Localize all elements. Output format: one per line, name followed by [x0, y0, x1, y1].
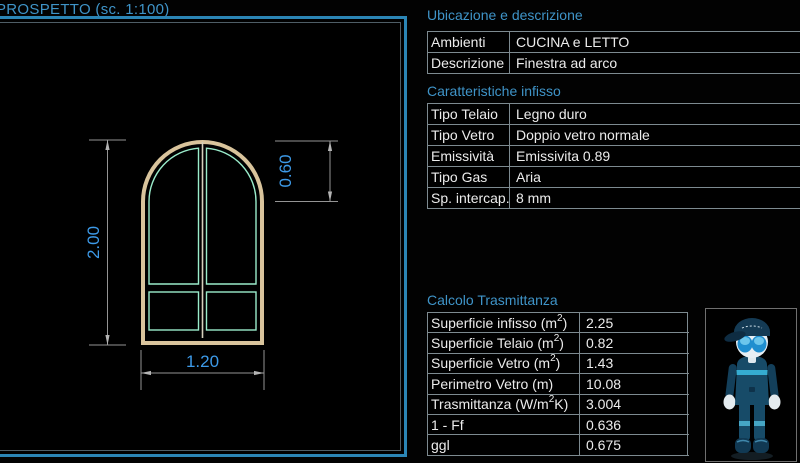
row-label: Descrizione [428, 53, 509, 74]
row-value: Legno duro [509, 104, 800, 125]
right-leaf-pane [207, 148, 257, 284]
row-value: 0.675 [579, 435, 689, 455]
dimension-height-label: 2.00 [84, 226, 103, 259]
row-label: Ambienti [428, 32, 509, 53]
label-text: Trasmittanza (W/m [431, 396, 549, 412]
row-label: ggl [428, 435, 579, 455]
row-label: Tipo Vetro [428, 125, 509, 146]
row-label: Perimetro Vetro (m) [428, 374, 579, 394]
label-text: Superficie Vetro (m [431, 355, 550, 371]
section-header-caratteristiche: Caratteristiche infisso [427, 83, 561, 99]
window-elevation-drawing: 2.00 0.60 1.20 [0, 16, 410, 457]
dimension-width: 1.20 [141, 350, 264, 390]
label-text: ) [556, 355, 561, 371]
arrowhead-down [328, 192, 332, 202]
row-value: 10.08 [579, 374, 689, 394]
left-lower-panel [149, 292, 199, 330]
dimension-height: 2.00 [84, 140, 126, 345]
arrowhead-up [105, 140, 109, 150]
row-value: Doppio vetro normale [509, 125, 800, 146]
label-text: ) [559, 335, 564, 351]
robot-mascot-icon [706, 309, 797, 462]
table-caratteristiche: Tipo Telaio Legno duro Tipo Vetro Doppio… [427, 103, 800, 209]
row-value: 0.636 [579, 415, 689, 435]
right-lower-panel [207, 292, 257, 330]
dimension-arch-label: 0.60 [276, 154, 295, 187]
row-label: Tipo Gas [428, 167, 509, 188]
label-text: Superficie infisso (m [431, 315, 557, 331]
row-label: Superficie Telaio (m2) [428, 333, 579, 353]
row-label: Emissività [428, 146, 509, 167]
row-value: 1.43 [579, 354, 689, 374]
row-value: 3.004 [579, 395, 689, 415]
row-label: Trasmittanza (W/m2K) [428, 395, 579, 415]
table-calcolo: Superficie infisso (m2) 2.25 Superficie … [427, 312, 688, 456]
arrowhead-up [328, 141, 332, 151]
row-label: 1 - Ff [428, 415, 579, 435]
row-value: Finestra ad arco [509, 53, 800, 74]
label-text: Superficie Telaio (m [431, 335, 554, 351]
left-leaf-pane [149, 148, 199, 284]
row-value: 8 mm [509, 188, 800, 209]
label-text: Perimetro Vetro (m) [431, 376, 553, 392]
row-label: Superficie infisso (m2) [428, 313, 579, 333]
row-label: Tipo Telaio [428, 104, 509, 125]
label-text: K) [554, 396, 568, 412]
row-label: Sp. intercap. [428, 188, 509, 209]
row-value: Aria [509, 167, 800, 188]
row-value: 0.82 [579, 333, 689, 353]
dimension-arch-height: 0.60 [275, 141, 338, 202]
row-value: CUCINA e LETTO [509, 32, 800, 53]
row-label: Superficie Vetro (m2) [428, 354, 579, 374]
table-ubicazione: Ambienti CUCINA e LETTO Descrizione Fine… [427, 31, 800, 74]
arrowhead-right [254, 371, 264, 375]
section-header-ubicazione: Ubicazione e descrizione [427, 7, 583, 23]
dimension-width-label: 1.20 [186, 352, 219, 371]
label-text: ggl [431, 437, 450, 453]
label-text: ) [563, 315, 568, 331]
arrowhead-left [141, 371, 151, 375]
arrowhead-down [105, 335, 109, 345]
mascot-box [705, 308, 797, 462]
mascot-shadow [731, 452, 773, 460]
row-value: 2.25 [579, 313, 689, 333]
label-text: 1 - Ff [431, 417, 464, 433]
row-value: Emissivita 0.89 [509, 146, 800, 167]
section-header-calcolo: Calcolo Trasmittanza [427, 292, 558, 308]
